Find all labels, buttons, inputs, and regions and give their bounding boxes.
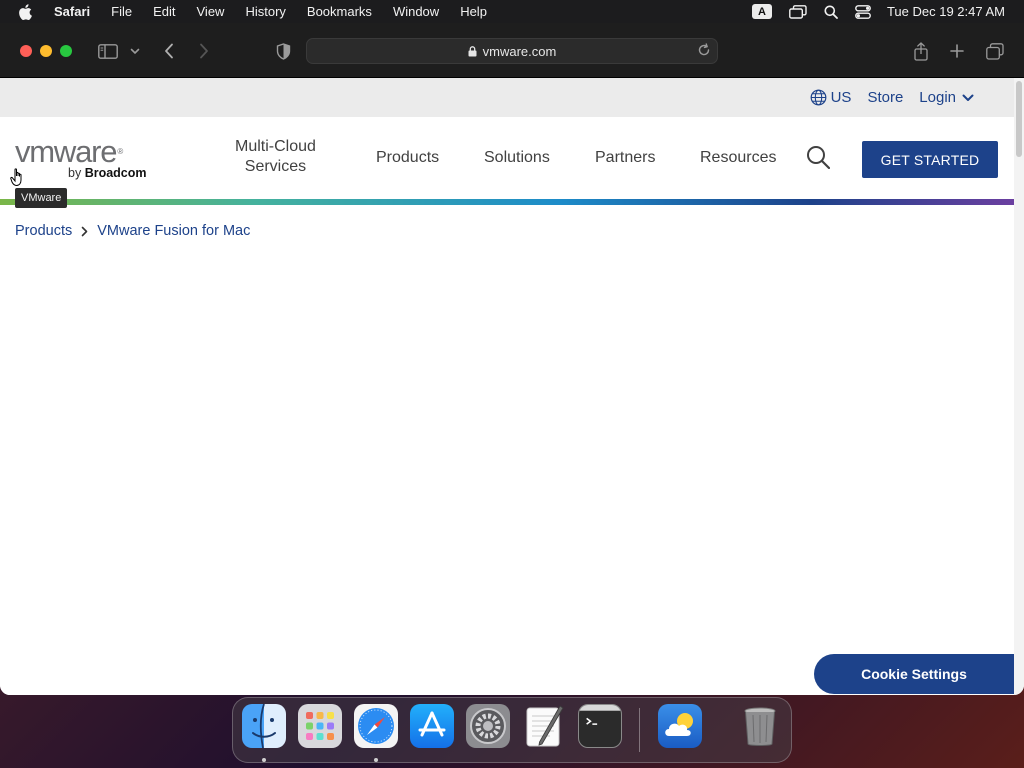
utility-bar: US Store Login — [0, 78, 1014, 117]
nav-partners[interactable]: Partners — [595, 148, 655, 168]
menu-bar-clock[interactable]: Tue Dec 19 2:47 AM — [887, 4, 1005, 19]
logo-by-brand: Broadcom — [84, 166, 147, 180]
nav-multi-cloud-line2: Services — [244, 158, 307, 175]
safari-window: vmware.com US Store Login vmware® by Bro… — [0, 23, 1024, 695]
app-store-icon[interactable] — [410, 704, 454, 748]
trash-icon[interactable] — [738, 704, 782, 748]
tab-overview-icon[interactable] — [985, 40, 1005, 62]
window-minimize-button[interactable] — [40, 45, 52, 57]
safari-running-indicator — [374, 758, 378, 762]
tab-group-chevron-down-icon[interactable] — [128, 40, 142, 62]
sidebar-toggle-icon[interactable] — [97, 40, 119, 62]
vmware-logo[interactable]: vmware® by Broadcom — [15, 135, 160, 185]
brand-gradient-divider — [0, 199, 1014, 205]
menu-file[interactable]: File — [111, 4, 132, 19]
logo-wordmark-text: vmware — [15, 134, 118, 169]
logo-byline: by Broadcom — [68, 166, 147, 180]
dock-separator — [639, 708, 640, 752]
new-tab-plus-icon[interactable] — [948, 40, 966, 62]
nav-solutions[interactable]: Solutions — [484, 148, 550, 168]
share-icon[interactable] — [912, 40, 930, 62]
nav-resources[interactable]: Resources — [700, 148, 776, 168]
weather-icon[interactable] — [658, 704, 702, 748]
globe-icon — [810, 89, 826, 106]
cookie-settings-button[interactable]: Cookie Settings — [814, 654, 1014, 694]
logo-registered-mark: ® — [117, 147, 123, 156]
nav-products[interactable]: Products — [376, 148, 439, 168]
terminal-icon[interactable] — [578, 704, 622, 748]
pointer-hand-cursor-icon — [10, 168, 26, 192]
nav-multi-cloud-services[interactable]: Multi-Cloud Services — [235, 137, 316, 177]
menu-bookmarks[interactable]: Bookmarks — [307, 4, 372, 19]
address-bar[interactable]: vmware.com — [306, 38, 718, 64]
finder-running-indicator — [262, 758, 266, 762]
site-search-icon[interactable] — [806, 145, 831, 170]
browser-toolbar: vmware.com — [0, 23, 1024, 78]
privacy-shield-icon[interactable] — [273, 40, 293, 62]
breadcrumb-current-page[interactable]: VMware Fusion for Mac — [97, 223, 250, 239]
safari-icon[interactable] — [354, 704, 398, 748]
chevron-down-icon — [962, 94, 974, 101]
reload-icon[interactable] — [697, 43, 711, 57]
chevron-right-icon — [81, 226, 88, 237]
input-source-label: A — [751, 4, 772, 19]
page-scrollbar-thumb[interactable] — [1016, 81, 1022, 157]
logo-by-prefix: by — [68, 166, 82, 180]
spotlight-search-icon[interactable] — [824, 5, 838, 19]
control-center-icon[interactable] — [855, 4, 871, 19]
nav-multi-cloud-line1: Multi-Cloud — [235, 138, 316, 155]
region-label: US — [830, 89, 852, 106]
login-label: Login — [919, 89, 956, 106]
logo-wordmark: vmware® — [15, 135, 160, 169]
apple-menu-icon[interactable] — [18, 3, 36, 20]
finder-icon[interactable] — [242, 704, 286, 748]
menu-history[interactable]: History — [245, 4, 285, 19]
login-menu[interactable]: Login — [919, 89, 978, 106]
menu-app-safari[interactable]: Safari — [54, 4, 90, 19]
page-scrollbar[interactable] — [1014, 78, 1024, 695]
dock — [232, 697, 792, 763]
forward-arrow-icon[interactable] — [195, 40, 213, 62]
system-preferences-icon[interactable] — [466, 704, 510, 748]
input-source-icon[interactable]: A — [751, 4, 772, 19]
screen-mirroring-icon[interactable] — [789, 4, 807, 19]
address-bar-url: vmware.com — [482, 43, 557, 59]
window-zoom-button[interactable] — [60, 45, 72, 57]
launchpad-icon[interactable] — [298, 704, 342, 748]
web-page-viewport: US Store Login vmware® by Broadcom Multi… — [0, 78, 1014, 695]
region-selector[interactable]: US — [810, 89, 852, 106]
menu-bar: Safari File Edit View History Bookmarks … — [0, 0, 1024, 23]
main-navigation: vmware® by Broadcom Multi-Cloud Services… — [0, 117, 1014, 199]
lock-icon — [468, 45, 477, 57]
menu-edit[interactable]: Edit — [153, 4, 175, 19]
get-started-button[interactable]: GET STARTED — [862, 141, 998, 178]
window-close-button[interactable] — [20, 45, 32, 57]
menu-window[interactable]: Window — [393, 4, 439, 19]
textedit-icon[interactable] — [522, 704, 566, 748]
menu-view[interactable]: View — [197, 4, 225, 19]
breadcrumb-products-link[interactable]: Products — [15, 223, 72, 239]
menu-bar-status-area: A Tue Dec 19 2:47 AM — [735, 0, 1005, 23]
back-arrow-icon[interactable] — [160, 40, 178, 62]
menu-help[interactable]: Help — [460, 4, 487, 19]
breadcrumb: Products VMware Fusion for Mac — [15, 223, 250, 239]
store-link[interactable]: Store — [867, 89, 903, 106]
